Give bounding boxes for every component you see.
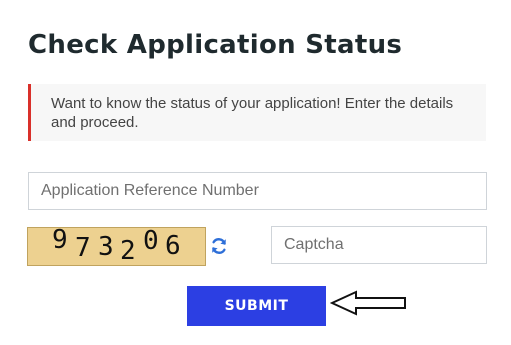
page-title: Check Application Status bbox=[28, 30, 403, 60]
captcha-digit: 0 bbox=[143, 226, 159, 256]
captcha-input[interactable] bbox=[271, 226, 487, 264]
refresh-icon[interactable] bbox=[209, 236, 229, 256]
captcha-digit: 2 bbox=[120, 236, 136, 266]
captcha-digit: 6 bbox=[165, 231, 181, 261]
submit-button[interactable]: SUBMIT bbox=[187, 286, 326, 326]
captcha-digit: 9 bbox=[52, 225, 68, 255]
captcha-digit: 3 bbox=[98, 232, 114, 262]
notice-text: Want to know the status of your applicat… bbox=[51, 95, 454, 131]
status-notice: Want to know the status of your applicat… bbox=[28, 84, 486, 141]
left-arrow-icon bbox=[329, 290, 408, 321]
captcha-image: 9 7 3 2 0 6 bbox=[27, 225, 206, 266]
application-reference-number-input[interactable] bbox=[28, 172, 487, 210]
captcha-digit: 7 bbox=[75, 233, 91, 263]
